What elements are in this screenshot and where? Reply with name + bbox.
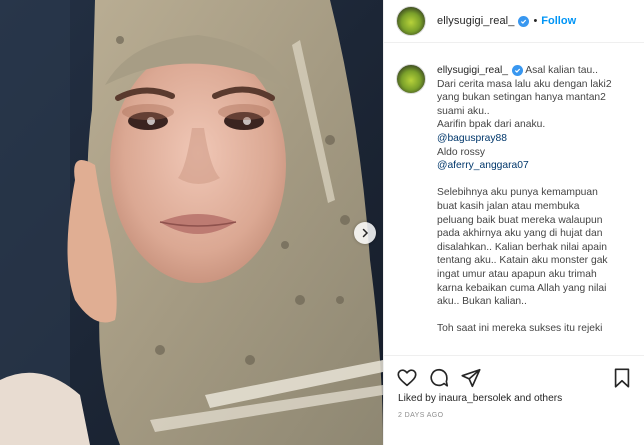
caption-line: ingat umur atau apapun aku trimah bbox=[437, 268, 597, 280]
caption-avatar[interactable] bbox=[396, 64, 426, 94]
liked-by-suffix[interactable]: and others bbox=[511, 393, 562, 404]
caption-line: yang bukan setingan hanya mantan2 bbox=[437, 92, 606, 104]
verified-icon bbox=[511, 64, 523, 76]
mention-link[interactable]: @baguspray88 bbox=[437, 132, 632, 146]
caption-line: karna kebaikan cuma Allah yang nilai bbox=[437, 282, 607, 294]
separator-dot: • bbox=[533, 15, 538, 27]
post-header: ellysugigi_real_ • Follow bbox=[384, 0, 644, 43]
share-icon[interactable] bbox=[460, 367, 482, 389]
caption-line: Toh saat ini mereka sukses itu rejeki bbox=[437, 323, 603, 335]
verified-icon bbox=[518, 15, 530, 27]
caption-line: Dari cerita masa lalu aku dengan laki2 bbox=[437, 78, 612, 90]
caption-line: Selebihnya aku punya kemampuan bbox=[437, 187, 598, 199]
chevron-right-icon bbox=[362, 228, 369, 238]
caption-line: pada akhirnya aku yang di hujat dan bbox=[437, 228, 603, 240]
caption-line: buat kasih jalan atau membuka bbox=[437, 200, 580, 212]
comment-icon[interactable] bbox=[428, 367, 450, 389]
mention-link[interactable]: @aferry_anggara07 bbox=[437, 159, 632, 173]
post-photo bbox=[0, 0, 383, 445]
heart-icon[interactable] bbox=[396, 367, 418, 389]
caption-section: ellysugigi_real_ Asal kalian tau.. Dari c… bbox=[384, 52, 644, 357]
avatar[interactable] bbox=[396, 6, 426, 36]
liked-by-text: Liked by inaura_bersolek and others bbox=[398, 393, 562, 404]
post-side-panel: ellysugigi_real_ • Follow ellysugigi_rea… bbox=[383, 0, 644, 445]
portrait-image bbox=[0, 0, 383, 445]
caption-line: Aldo rossy bbox=[437, 146, 486, 158]
caption-line: suami aku.. bbox=[437, 105, 490, 117]
actions-bar: Liked by inaura_bersolek and others 2 DA… bbox=[384, 355, 644, 443]
liked-by-prefix: Liked by bbox=[398, 393, 439, 404]
caption-line: Asal kalian tau.. bbox=[525, 65, 598, 76]
caption-text: ellysugigi_real_ Asal kalian tau.. Dari c… bbox=[437, 64, 632, 336]
caption-line: aku.. Bukan kalian.. bbox=[437, 296, 527, 308]
caption-line: disalahkan.. Kalian berhak nilai apain bbox=[437, 241, 608, 253]
caption-line: peluang baik buat mereka walaupun bbox=[437, 214, 603, 226]
follow-button[interactable]: Follow bbox=[541, 15, 576, 27]
liked-by-user[interactable]: inaura_bersolek bbox=[439, 393, 512, 404]
caption-line: Aarifin bpak dari anaku. bbox=[437, 119, 546, 131]
post-timestamp[interactable]: 2 DAYS AGO bbox=[398, 412, 444, 419]
carousel-next-button[interactable] bbox=[354, 222, 376, 244]
caption-line: tentang aku.. Katain aku monster gak bbox=[437, 255, 608, 267]
bookmark-icon[interactable] bbox=[611, 367, 633, 389]
post-username[interactable]: ellysugigi_real_ bbox=[437, 15, 514, 27]
caption-username[interactable]: ellysugigi_real_ bbox=[437, 65, 508, 76]
